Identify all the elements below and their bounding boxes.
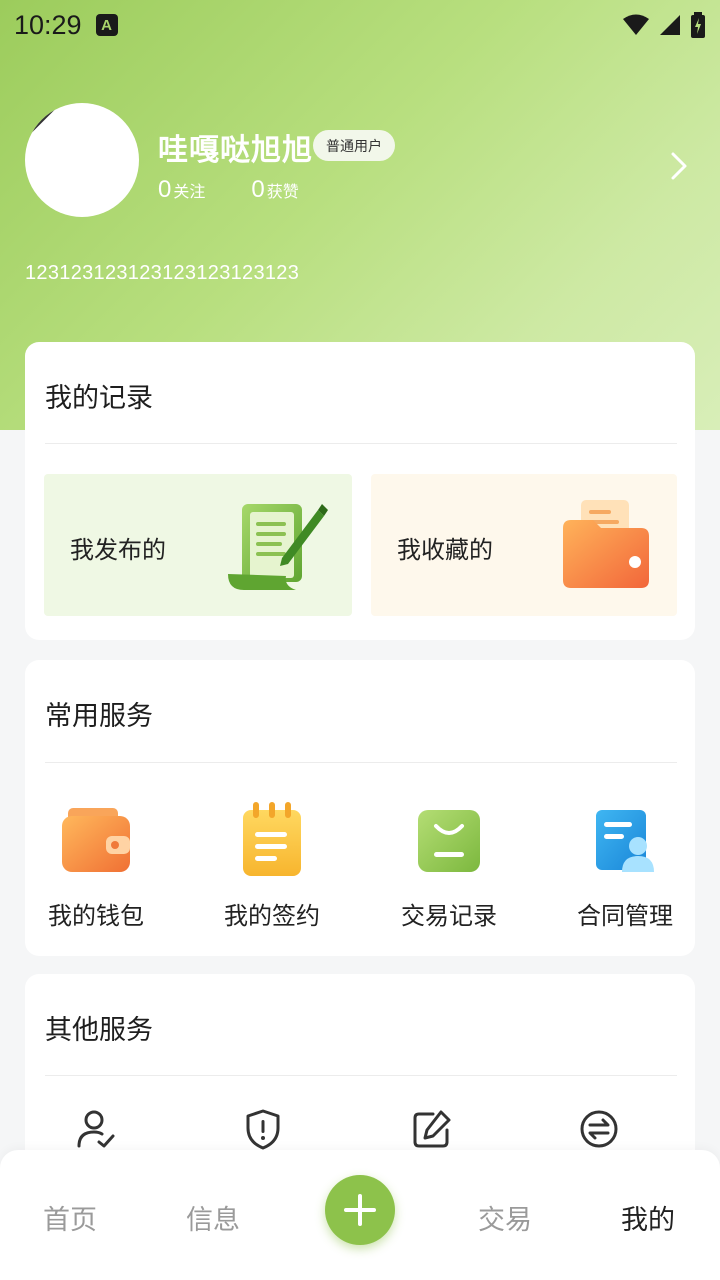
shield-alert-icon[interactable] (242, 1108, 284, 1150)
service-wallet[interactable]: 我的钱包 (21, 798, 171, 930)
service-transactions-label: 交易记录 (401, 902, 497, 930)
avatar-image-fragment (25, 103, 85, 133)
scroll-pen-icon (228, 504, 328, 590)
service-signing-label: 我的签约 (224, 902, 320, 930)
likes-stat[interactable]: 0 获赞 (251, 176, 298, 204)
status-bar: 10:29 A (0, 0, 720, 50)
status-time: 10:29 (14, 9, 82, 40)
records-divider (45, 443, 677, 444)
folder-wallet-icon (563, 500, 649, 588)
exchange-icon[interactable] (578, 1108, 620, 1150)
tab-messages[interactable]: 信息 (186, 1198, 240, 1237)
profile-stats: 0 关注 0 获赞 (158, 176, 345, 204)
wifi-icon (623, 14, 649, 35)
tab-trade[interactable]: 交易 (478, 1198, 532, 1237)
plus-icon (344, 1194, 376, 1226)
avatar[interactable] (25, 103, 139, 217)
likes-count: 0 (251, 176, 265, 203)
service-transactions[interactable]: 交易记录 (374, 798, 524, 930)
contract-icon (596, 810, 654, 872)
follow-stat[interactable]: 0 关注 (158, 176, 205, 204)
tab-home[interactable]: 首页 (43, 1198, 97, 1237)
other-services-divider (45, 1075, 677, 1076)
profile-bio: 123123123123123123123123 (25, 262, 300, 284)
profile-username: 哇嘎哒旭旭 (158, 133, 313, 168)
common-services-card: 常用服务 我的钱包 我的签约 交易记录 合同管理 (25, 660, 695, 956)
wallet-icon (62, 808, 130, 872)
common-services-divider (45, 762, 677, 763)
battery-icon (691, 12, 705, 38)
records-card: 我的记录 我发布的 我收藏的 (25, 342, 695, 640)
publish-button[interactable] (325, 1175, 395, 1245)
service-contracts-label: 合同管理 (577, 902, 673, 930)
edit-icon[interactable] (411, 1108, 453, 1150)
common-services-title: 常用服务 (45, 701, 153, 732)
user-check-icon[interactable] (75, 1108, 117, 1150)
my-favorites-label: 我收藏的 (397, 536, 493, 564)
my-published-label: 我发布的 (70, 536, 166, 564)
notification-icon: A (95, 14, 118, 36)
records-title: 我的记录 (45, 383, 153, 414)
shopping-bag-icon (418, 810, 480, 872)
signal-icon (660, 15, 680, 35)
bottom-tab-bar: 首页 信息 交易 我的 (0, 1150, 720, 1280)
notepad-icon (243, 802, 301, 876)
service-signing[interactable]: 我的签约 (197, 798, 347, 930)
service-wallet-label: 我的钱包 (48, 902, 144, 930)
follow-label: 关注 (173, 182, 206, 201)
service-contracts[interactable]: 合同管理 (550, 798, 700, 930)
follow-count: 0 (158, 176, 172, 203)
my-published-tile[interactable]: 我发布的 (44, 474, 352, 616)
user-level-badge: 普通用户 (313, 130, 395, 161)
other-services-title: 其他服务 (45, 1015, 153, 1046)
likes-label: 获赞 (266, 182, 299, 201)
my-favorites-tile[interactable]: 我收藏的 (371, 474, 677, 616)
chevron-right-icon[interactable] (668, 148, 692, 184)
tab-mine[interactable]: 我的 (621, 1198, 675, 1237)
